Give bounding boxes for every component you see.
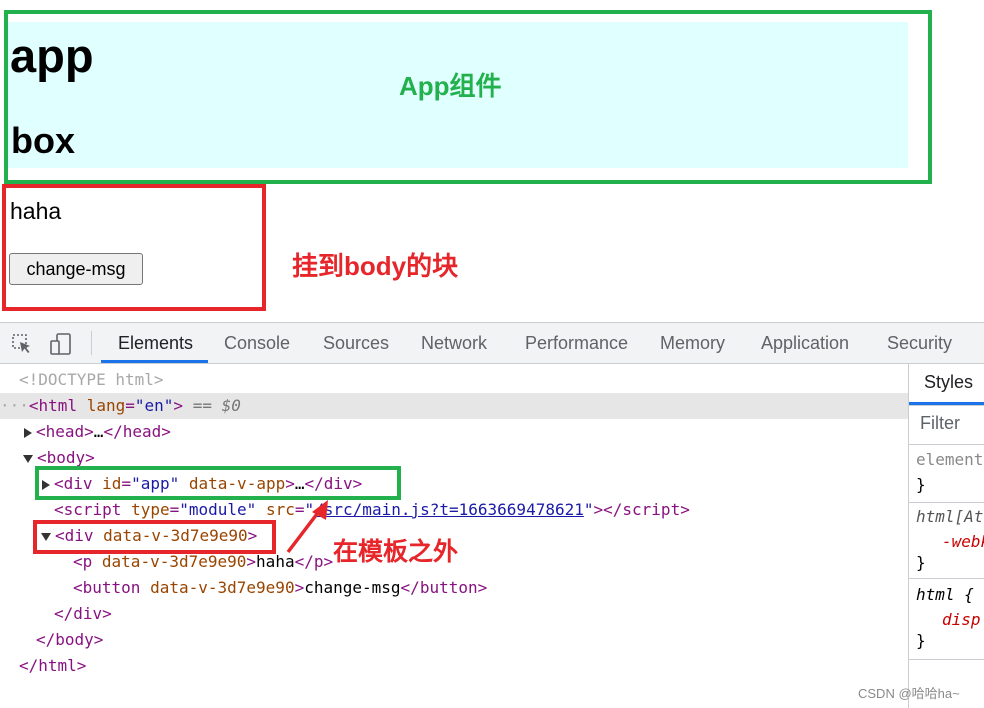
div-body-block-highlight <box>33 520 276 554</box>
body-block-highlight <box>2 184 266 311</box>
tab-sources[interactable]: Sources <box>323 333 389 354</box>
style-rule-selector: element <box>916 450 984 469</box>
inspect-element-icon[interactable] <box>11 333 33 355</box>
doctype-text: <!DOCTYPE html> <box>19 370 164 389</box>
tab-network[interactable]: Network <box>421 333 487 354</box>
tab-styles[interactable]: Styles <box>924 372 973 393</box>
toolbar-separator <box>91 331 92 355</box>
tree-div-close-row[interactable]: </div> <box>0 601 908 627</box>
app-component-annotation: App组件 <box>399 71 502 101</box>
devtools-panel: Elements Console Sources Network Perform… <box>0 322 984 708</box>
arrow-icon <box>286 500 328 554</box>
tree-head-row[interactable]: <head>…</head> <box>0 419 908 445</box>
device-toolbar-icon[interactable] <box>50 333 72 355</box>
body-block-annotation: 挂到body的块 <box>292 251 459 281</box>
style-rule-close: } <box>916 631 926 650</box>
outside-template-annotation: 在模板之外 <box>333 538 459 566</box>
script-src-link[interactable]: /src/main.js?t=1663669478621 <box>314 500 584 519</box>
style-rule-selector: html[At <box>916 507 984 526</box>
style-rule-selector: html { <box>916 585 974 604</box>
style-rule-close: } <box>916 475 926 494</box>
tab-console[interactable]: Console <box>224 333 290 354</box>
tree-button-row[interactable]: <button data-v-3d7e9e90>change-msg</butt… <box>0 575 908 601</box>
filter-placeholder: Filter <box>920 413 960 433</box>
tree-doctype[interactable]: <!DOCTYPE html> <box>0 367 908 393</box>
tab-application[interactable]: Application <box>761 333 849 354</box>
style-divider <box>909 502 984 503</box>
devtools-tabbar: Elements Console Sources Network Perform… <box>0 323 984 364</box>
expand-arrow-icon[interactable] <box>24 427 32 438</box>
selected-marker: == $0 <box>192 396 241 415</box>
tab-elements[interactable]: Elements <box>118 333 193 354</box>
csdn-watermark: CSDN @哈哈ha~ <box>858 686 960 701</box>
tab-memory[interactable]: Memory <box>660 333 725 354</box>
collapse-arrow-icon[interactable] <box>23 454 33 463</box>
div-app-highlight <box>35 466 401 500</box>
style-divider <box>909 578 984 579</box>
style-rule-close: } <box>916 553 926 572</box>
ellipsis-icon: ··· <box>0 396 29 415</box>
active-tab-indicator <box>101 360 208 363</box>
tree-html-row[interactable]: ···<html lang="en"> == $0 <box>0 393 908 419</box>
tree-html-close-row[interactable]: </html> <box>0 653 908 679</box>
styles-pane: Styles Filter element } html[At -webk } … <box>908 364 984 708</box>
tab-security[interactable]: Security <box>887 333 952 354</box>
style-property: disp <box>942 610 981 629</box>
style-divider <box>909 659 984 660</box>
tab-performance[interactable]: Performance <box>525 333 628 354</box>
tree-body-close-row[interactable]: </body> <box>0 627 908 653</box>
style-property: -webk <box>942 532 984 551</box>
